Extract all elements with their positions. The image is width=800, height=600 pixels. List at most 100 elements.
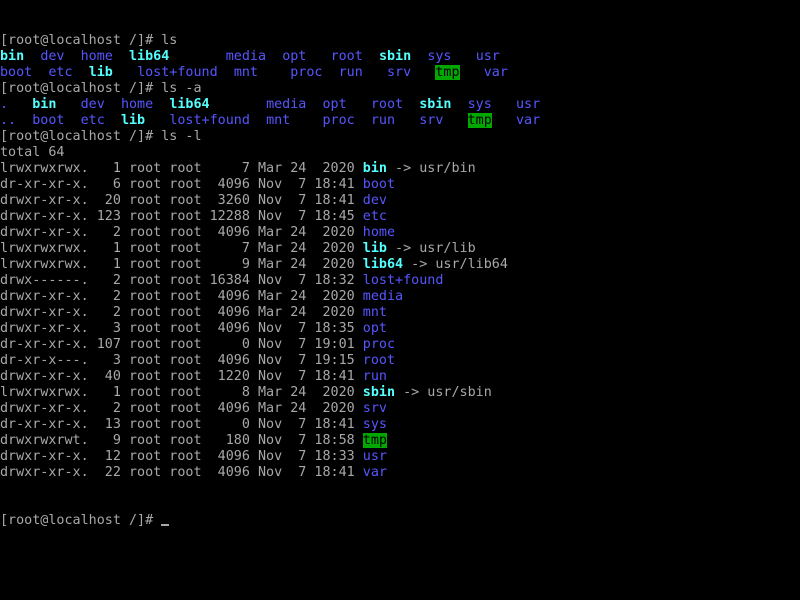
dir-entry: root xyxy=(330,49,363,64)
dir-entry: media xyxy=(266,97,307,112)
link-entry: sbin xyxy=(378,49,412,64)
dir-entry: sys xyxy=(362,417,387,432)
link-entry: lib64 xyxy=(362,257,404,272)
dir-entry: boot xyxy=(362,177,396,192)
dir-entry: run xyxy=(362,369,387,384)
terminal-line: .. boot etc lib lost+found mnt proc run … xyxy=(0,113,800,129)
terminal-text: [root@localhost /]# ls -l xyxy=(0,129,202,144)
link-entry: lib xyxy=(120,113,146,128)
terminal-text: drwx------. 2 root root 16384 Nov 7 18:3… xyxy=(0,273,363,288)
terminal-text: drwxr-xr-x. 123 root root 12288 Nov 7 18… xyxy=(0,209,363,224)
terminal-text: drwxr-xr-x. 2 root root 4096 Mar 24 2020 xyxy=(0,401,363,416)
dir-entry: var xyxy=(362,465,387,480)
text-cursor xyxy=(161,524,170,526)
terminal-line: drwxr-xr-x. 2 root root 4096 Mar 24 2020… xyxy=(0,225,800,241)
terminal-line: lrwxrwxrwx. 1 root root 7 Mar 24 2020 bi… xyxy=(0,161,800,177)
dir-entry: etc xyxy=(48,65,73,80)
terminal-line: drwxr-xr-x. 3 root root 4096 Nov 7 18:35… xyxy=(0,321,800,337)
terminal-text: dr-xr-xr-x. 6 root root 4096 Nov 7 18:41 xyxy=(0,177,363,192)
dir-entry: sys xyxy=(427,49,452,64)
terminal-text: lrwxrwxrwx. 1 root root 7 Mar 24 2020 xyxy=(0,161,363,176)
dir-entry: .. xyxy=(0,113,17,128)
link-entry: bin xyxy=(0,49,25,64)
dir-entry: dev xyxy=(40,49,65,64)
terminal-line: boot etc lib lost+found mnt proc run srv… xyxy=(0,65,800,81)
link-entry: lib xyxy=(88,65,113,80)
dir-entry: home xyxy=(120,97,154,112)
terminal-text: total 64 xyxy=(0,145,65,160)
link-entry: sbin xyxy=(362,385,396,400)
terminal-line: lrwxrwxrwx. 1 root root 8 Mar 24 2020 sb… xyxy=(0,385,800,401)
terminal-line: drwx------. 2 root root 16384 Nov 7 18:3… xyxy=(0,273,800,289)
shell-prompt: [root@localhost /]# xyxy=(0,513,162,528)
terminal-text: drwxr-xr-x. 40 root root 1220 Nov 7 18:4… xyxy=(0,369,363,384)
dir-entry: mnt xyxy=(362,305,387,320)
terminal-line: lrwxrwxrwx. 1 root root 9 Mar 24 2020 li… xyxy=(0,257,800,273)
terminal-line: dr-xr-x---. 3 root root 4096 Nov 7 19:15… xyxy=(0,353,800,369)
sticky-entry: tmp xyxy=(435,65,460,80)
dir-entry: proc xyxy=(362,337,396,352)
link-entry: sbin xyxy=(419,97,452,112)
dir-entry: mnt xyxy=(266,113,291,128)
link-entry: lib64 xyxy=(129,49,170,64)
dir-entry: lost+found xyxy=(169,113,250,128)
dir-entry: run xyxy=(338,65,363,80)
link-entry: bin xyxy=(362,161,387,176)
dir-entry: usr xyxy=(475,49,500,64)
terminal-text: drwxr-xr-x. 3 root root 4096 Nov 7 18:35 xyxy=(0,321,363,336)
terminal-text: drwxr-xr-x. 12 root root 4096 Nov 7 18:3… xyxy=(0,449,363,464)
prompt-line[interactable]: [root@localhost /]# xyxy=(0,513,800,529)
terminal-text: dr-xr-xr-x. 107 root root 0 Nov 7 19:01 xyxy=(0,337,363,352)
terminal-text: -> usr/bin xyxy=(386,161,476,176)
dir-entry: lost+found xyxy=(137,65,218,80)
dir-entry: usr xyxy=(362,449,387,464)
dir-entry: mnt xyxy=(233,65,258,80)
dir-entry: var xyxy=(483,65,508,80)
terminal-line: drwxr-xr-x. 2 root root 4096 Mar 24 2020… xyxy=(0,305,800,321)
dir-entry: . xyxy=(0,97,9,112)
terminal-text: lrwxrwxrwx. 1 root root 9 Mar 24 2020 xyxy=(0,257,363,272)
dir-entry: srv xyxy=(419,113,444,128)
dir-entry: dev xyxy=(362,193,387,208)
terminal-text: drwxr-xr-x. 2 root root 4096 Mar 24 2020 xyxy=(0,289,363,304)
terminal-line: drwxr-xr-x. 2 root root 4096 Mar 24 2020… xyxy=(0,289,800,305)
terminal-line: drwxr-xr-x. 123 root root 12288 Nov 7 18… xyxy=(0,209,800,225)
terminal-text: -> usr/sbin xyxy=(395,385,492,400)
dir-entry: etc xyxy=(80,113,105,128)
terminal-text: lrwxrwxrwx. 1 root root 8 Mar 24 2020 xyxy=(0,385,363,400)
dir-entry: srv xyxy=(387,65,412,80)
terminal-line: lrwxrwxrwx. 1 root root 7 Mar 24 2020 li… xyxy=(0,241,800,257)
dir-entry: lost+found xyxy=(362,273,444,288)
terminal-line: drwxrwxrwt. 9 root root 180 Nov 7 18:58 … xyxy=(0,433,800,449)
dir-entry: opt xyxy=(282,49,307,64)
terminal-text: -> usr/lib64 xyxy=(403,257,508,272)
terminal-line: drwxr-xr-x. 2 root root 4096 Mar 24 2020… xyxy=(0,401,800,417)
terminal-text: [root@localhost /]# ls -a xyxy=(0,81,202,96)
dir-entry: dev xyxy=(80,97,105,112)
link-entry: lib xyxy=(362,241,387,256)
dir-entry: opt xyxy=(362,321,387,336)
sticky-entry: tmp xyxy=(362,433,387,448)
terminal-screen[interactable]: [root@localhost /]# ls bin dev home lib64… xyxy=(0,0,800,600)
dir-entry: proc xyxy=(322,113,355,128)
dir-entry: sys xyxy=(467,97,492,112)
link-entry: lib64 xyxy=(169,97,210,112)
